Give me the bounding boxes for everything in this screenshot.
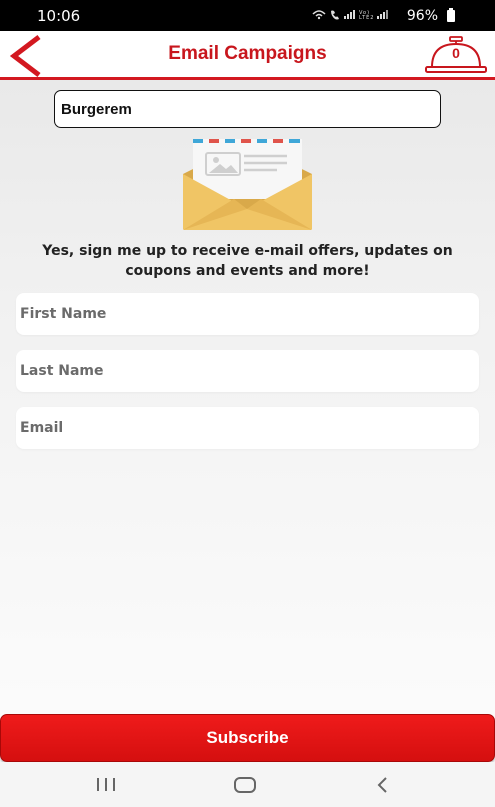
store-selector[interactable]: Burgerem [54,90,441,128]
cart-button[interactable]: 0 [424,35,488,75]
subscribe-button[interactable]: Subscribe [0,714,495,762]
home-button[interactable] [230,772,260,798]
signal-icon: Vo) LTE2 [311,8,401,23]
system-back-button[interactable] [368,772,398,798]
back-nav-icon [377,777,387,793]
signup-message: Yes, sign me up to receive e-mail offers… [42,243,453,279]
battery-level: 96% [406,7,438,24]
envelope-illustration [182,137,313,231]
svg-text:LTE2: LTE2 [359,15,375,20]
home-icon [234,777,256,793]
status-time: 10:06 [37,6,81,25]
system-nav-bar [0,762,495,807]
recent-apps-button[interactable] [92,772,122,798]
status-bar: 10:06 Vo) LTE2 96% [0,0,495,31]
envelope-icon [183,139,312,230]
email-field[interactable] [16,407,479,449]
battery-icon [447,7,455,22]
last-name-field[interactable] [16,350,479,392]
status-indicators: Vo) LTE2 96% [311,7,455,24]
cart-count: 0 [452,45,460,61]
first-name-field[interactable] [16,293,479,335]
page-title: Email Campaigns [168,43,327,64]
recent-apps-icon [97,778,115,791]
app-header: Email Campaigns 0 [0,31,495,80]
